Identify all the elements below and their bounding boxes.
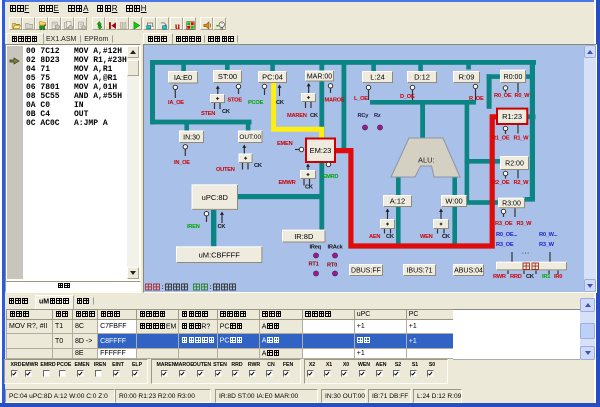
svg-text:uPC:8D: uPC:8D <box>202 193 229 202</box>
svg-text:uM:CBFFFF: uM:CBFFFF <box>199 250 241 259</box>
svg-text:ABUS:04: ABUS:04 <box>454 268 483 275</box>
svg-text:R2_W: R2_W <box>514 180 530 186</box>
svg-text:IREN: IREN <box>187 224 200 230</box>
svg-text:. . .: . . . <box>522 250 529 256</box>
svg-text:R0_OE: R0_OE <box>494 93 512 99</box>
svg-text:AEN: AEN <box>369 234 380 240</box>
svg-text:D_OE: D_OE <box>400 94 415 100</box>
svg-text:R_OE: R_OE <box>469 96 484 102</box>
svg-text:CK: CK <box>276 100 285 106</box>
svg-text:R2_OE: R2_OE <box>492 180 510 186</box>
svg-text:R3_W: R3_W <box>539 242 555 248</box>
svg-text:RT1: RT1 <box>309 262 319 268</box>
svg-text:IN_OE: IN_OE <box>174 160 190 166</box>
svg-text:IA:E0: IA:E0 <box>174 73 192 82</box>
svg-text:u: u <box>174 21 179 30</box>
svg-text:CK: CK <box>254 163 263 169</box>
svg-text:STOE: STOE <box>228 98 243 104</box>
svg-text::: : <box>162 284 164 291</box>
svg-text:CK: CK <box>310 113 319 119</box>
svg-text:IBUS:71: IBUS:71 <box>406 268 432 275</box>
svg-text:W:00: W:00 <box>445 197 462 206</box>
svg-text:IN:30: IN:30 <box>183 134 200 141</box>
svg-text:IR:8D: IR:8D <box>294 232 314 241</box>
svg-text:R3:00: R3:00 <box>502 201 521 208</box>
svg-text:R0_W: R0_W <box>515 93 531 99</box>
svg-text:PC:04: PC:04 <box>262 73 283 82</box>
svg-text:RRD: RRD <box>510 274 522 280</box>
svg-text:CK: CK <box>386 234 395 240</box>
svg-text:MAREN: MAREN <box>287 113 307 119</box>
svg-text:CK: CK <box>222 109 231 115</box>
svg-text:IR0: IR0 <box>554 274 562 280</box>
svg-text:EMWR: EMWR <box>279 180 296 186</box>
svg-text:EMEN: EMEN <box>277 141 293 147</box>
svg-text:IReq: IReq <box>310 245 322 251</box>
svg-text:OUTEN: OUTEN <box>216 167 235 173</box>
svg-text:R0_OE...: R0_OE... <box>496 232 518 238</box>
svg-text:ALU:: ALU: <box>418 156 435 165</box>
svg-text:STEN: STEN <box>201 111 215 117</box>
svg-text:R:09: R:09 <box>459 73 475 82</box>
svg-text:CK: CK <box>442 234 451 240</box>
svg-text::: : <box>210 284 212 291</box>
svg-text:WEN: WEN <box>420 234 433 240</box>
svg-text:R1_W: R1_W <box>514 136 530 142</box>
svg-text:RCy: RCy <box>358 113 370 119</box>
svg-text:ST:00: ST:00 <box>218 72 237 81</box>
svg-text:L_OE: L_OE <box>354 96 368 102</box>
svg-text:R3_W: R3_W <box>517 221 533 227</box>
svg-text:R3_OE: R3_OE <box>495 221 513 227</box>
svg-text:R1:23: R1:23 <box>502 112 522 121</box>
svg-text:MAROE: MAROE <box>325 98 345 104</box>
svg-text:R2:00: R2:00 <box>505 161 524 168</box>
svg-text:R3_OE: R3_OE <box>496 242 514 248</box>
svg-text:CK: CK <box>218 224 227 230</box>
svg-text:EM:23: EM:23 <box>310 146 332 155</box>
svg-text:D:12: D:12 <box>414 73 430 82</box>
svg-text:PCOE: PCOE <box>248 100 264 106</box>
svg-text:CK: CK <box>305 185 314 191</box>
svg-text:EMRD: EMRD <box>323 174 339 180</box>
svg-text:R1_OE: R1_OE <box>492 136 510 142</box>
svg-text:RT0: RT0 <box>327 263 337 269</box>
svg-text:Rz: Rz <box>374 113 381 119</box>
svg-text:L:24: L:24 <box>370 73 385 82</box>
svg-text:IR1: IR1 <box>542 274 550 280</box>
svg-text:IA_OE: IA_OE <box>168 100 184 106</box>
svg-text:MAR:00: MAR:00 <box>307 74 332 81</box>
svg-text:CK: CK <box>526 274 535 280</box>
svg-text:OUT:00: OUT:00 <box>239 134 261 141</box>
svg-text:RWR: RWR <box>493 274 506 280</box>
svg-text:DBUS:FF: DBUS:FF <box>351 268 381 275</box>
svg-text:R0:00: R0:00 <box>504 74 523 81</box>
svg-text:A:12: A:12 <box>390 197 405 206</box>
svg-text:R0_W...: R0_W... <box>539 232 558 238</box>
svg-text:IRAck: IRAck <box>328 245 344 251</box>
